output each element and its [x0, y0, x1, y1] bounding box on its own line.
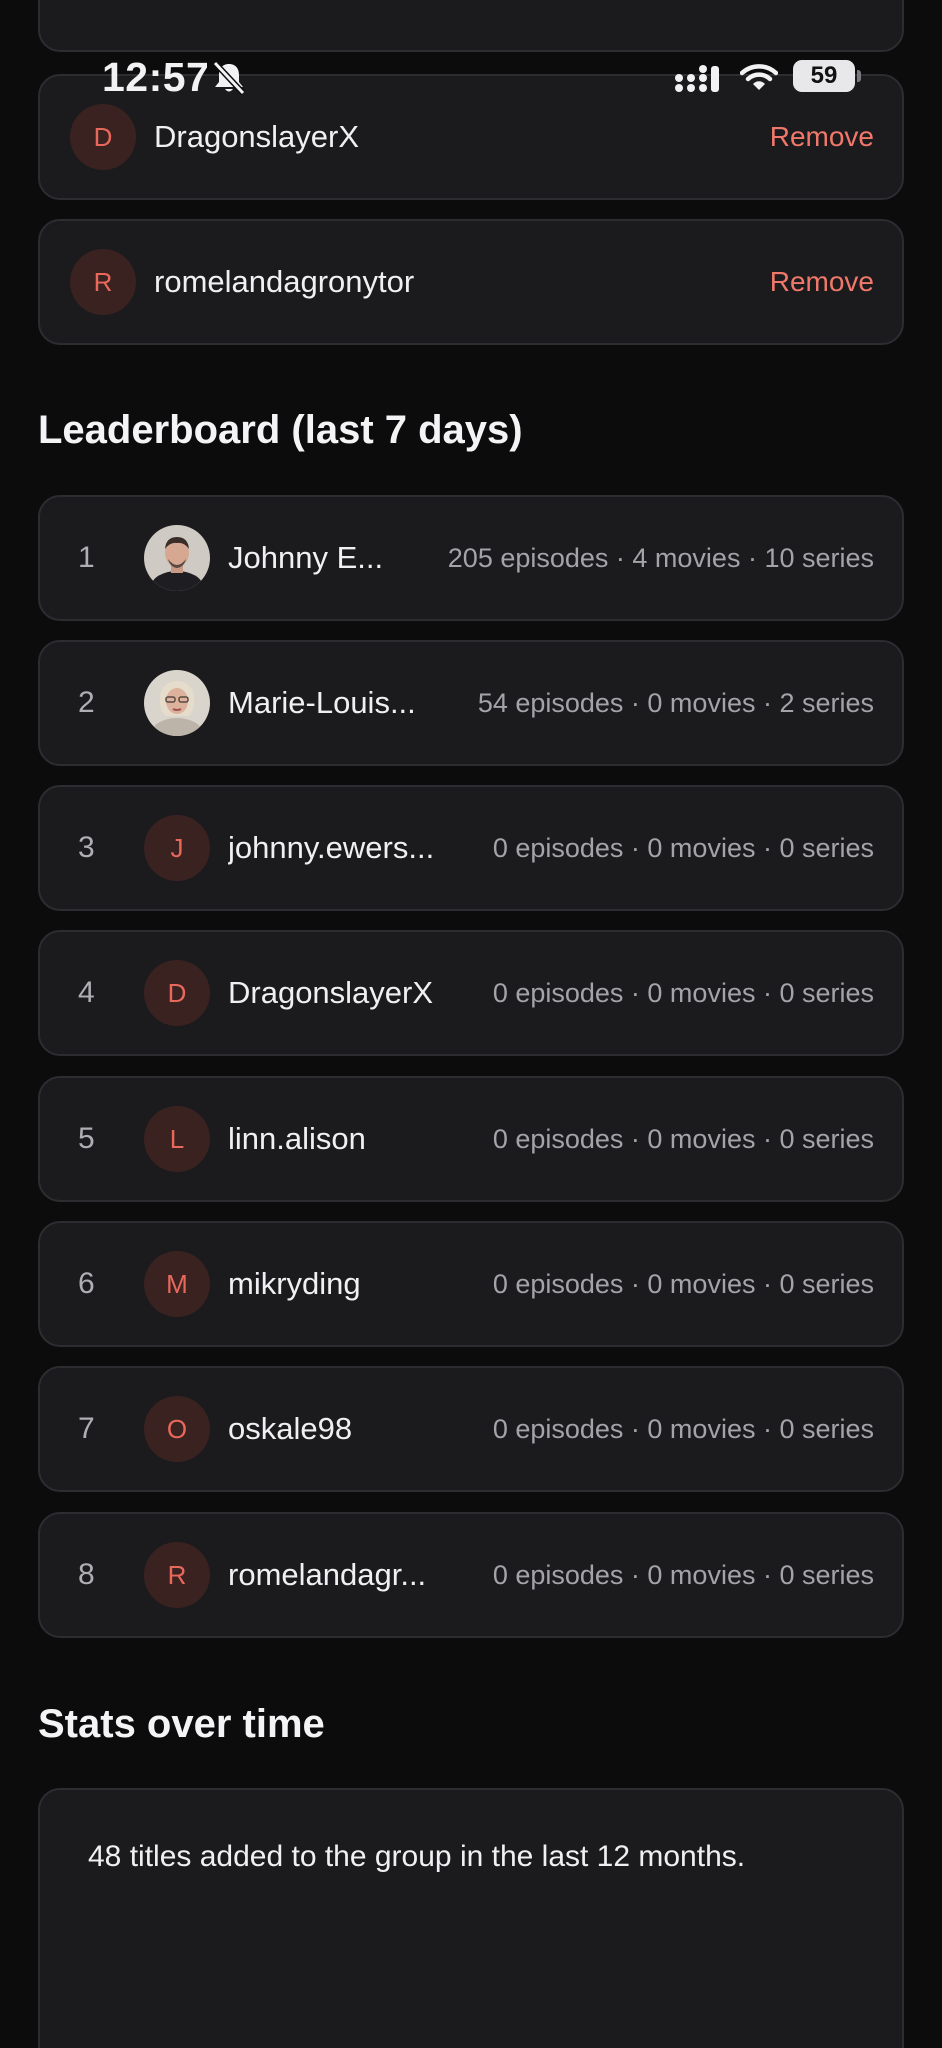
rank-number: 7 — [78, 1412, 95, 1445]
member-name: romelandagronytor — [154, 264, 415, 299]
leaderboard-row[interactable]: 3 J johnny.ewers... 0 episodes · 0 movie… — [38, 785, 904, 911]
status-bar: 12:57 59 — [0, 0, 942, 120]
avatar: J — [144, 815, 210, 881]
user-stats: 54 episodes · 0 movies · 2 series — [477, 688, 874, 718]
user-name: linn.alison — [228, 1121, 366, 1156]
battery-cap — [857, 70, 861, 82]
avatar-photo — [144, 670, 210, 736]
leaderboard-row[interactable]: 5 L linn.alison 0 episodes · 0 movies · … — [38, 1076, 904, 1202]
user-stats: 0 episodes · 0 movies · 0 series — [492, 1269, 874, 1299]
rank-number: 3 — [78, 831, 95, 864]
battery-icon: 59 — [793, 60, 855, 92]
wifi-icon — [740, 64, 778, 90]
leaderboard-row[interactable]: 8 R romelandagr... 0 episodes · 0 movies… — [38, 1512, 904, 1638]
user-name: Johnny E... — [228, 540, 384, 575]
avatar: R — [144, 1542, 210, 1608]
remove-member-button[interactable]: Remove — [770, 221, 874, 343]
user-stats: 0 episodes · 0 movies · 0 series — [492, 1414, 874, 1444]
status-time: 12:57 — [102, 54, 210, 100]
leaderboard-row[interactable]: 4 D DragonslayerX 0 episodes · 0 movies … — [38, 930, 904, 1056]
user-stats: 0 episodes · 0 movies · 0 series — [492, 1124, 874, 1154]
member-card: R romelandagronytor Remove — [38, 219, 904, 345]
user-name: romelandagr... — [228, 1557, 427, 1592]
avatar: R — [70, 249, 136, 315]
user-name: oskale98 — [228, 1411, 353, 1446]
leaderboard-row[interactable]: 2 Marie-Louis... 54 episodes · 0 movies … — [38, 640, 904, 766]
rank-number: 5 — [78, 1122, 95, 1155]
rank-number: 1 — [78, 541, 95, 574]
user-name: Marie-Louis... — [228, 685, 416, 720]
rank-number: 4 — [78, 976, 95, 1009]
user-name: johnny.ewers... — [228, 830, 435, 865]
avatar: M — [144, 1251, 210, 1317]
rank-number: 8 — [78, 1558, 95, 1591]
leaderboard-row[interactable]: 1 Johnny E... 205 episodes · 4 movies · … — [38, 495, 904, 621]
cellular-signal-icon — [675, 65, 719, 92]
stats-over-time-title: Stats over time — [38, 1702, 325, 1746]
leaderboard-row[interactable]: 6 M mikryding 0 episodes · 0 movies · 0 … — [38, 1221, 904, 1347]
stats-card: 48 titles added to the group in the last… — [38, 1788, 904, 2048]
leaderboard-row[interactable]: 7 O oskale98 0 episodes · 0 movies · 0 s… — [38, 1366, 904, 1492]
avatar: D — [144, 960, 210, 1026]
rank-number: 2 — [78, 686, 95, 719]
bell-muted-icon — [212, 60, 246, 96]
user-stats: 205 episodes · 4 movies · 10 series — [447, 543, 874, 573]
user-stats: 0 episodes · 0 movies · 0 series — [492, 833, 874, 863]
group-page: 12:57 59 D DragonslayerX Remove R romela… — [0, 0, 942, 2048]
user-name: DragonslayerX — [228, 975, 434, 1010]
avatar: L — [144, 1106, 210, 1172]
avatar-photo — [144, 525, 210, 591]
user-stats: 0 episodes · 0 movies · 0 series — [492, 1560, 874, 1590]
leaderboard-title: Leaderboard (last 7 days) — [38, 408, 523, 452]
user-stats: 0 episodes · 0 movies · 0 series — [492, 978, 874, 1008]
avatar: O — [144, 1396, 210, 1462]
rank-number: 6 — [78, 1267, 95, 1300]
user-name: mikryding — [228, 1266, 361, 1301]
stats-summary: 48 titles added to the group in the last… — [88, 1840, 746, 1873]
